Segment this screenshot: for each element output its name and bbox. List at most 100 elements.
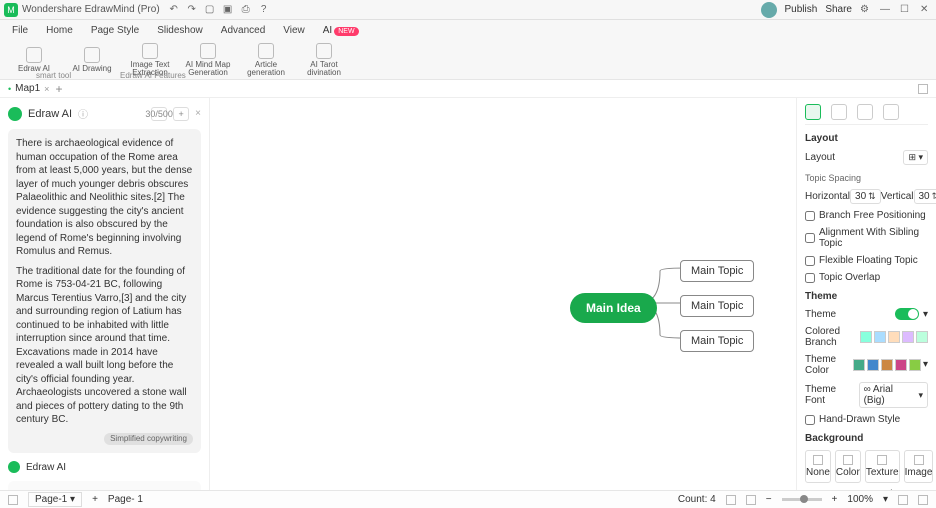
theme-color-swatches[interactable]: ▾ xyxy=(853,359,928,371)
view-grid-icon[interactable] xyxy=(726,495,736,505)
bg-texture[interactable]: Texture xyxy=(865,450,900,483)
page-list-icon[interactable] xyxy=(8,495,18,505)
page-select[interactable]: Page-1 ▾ xyxy=(28,492,82,507)
status-bar: Page-1 ▾ + Page- 1 Count: 4 − + 100% ▾ xyxy=(0,490,936,508)
view-outline-icon[interactable] xyxy=(746,495,756,505)
page-label: Page- 1 xyxy=(108,494,143,505)
zoom-dropdown-icon[interactable]: ▾ xyxy=(883,494,888,505)
app-logo-icon: M xyxy=(4,3,18,17)
chk-align-sibling[interactable]: Alignment With Sibling Topic xyxy=(805,227,928,249)
ai-credits[interactable]: 30/500 xyxy=(151,107,167,121)
menu-slideshow[interactable]: Slideshow xyxy=(157,23,203,38)
theme-section-title: Theme xyxy=(805,291,928,302)
save-icon[interactable]: ▢ xyxy=(204,4,216,16)
topic-count: Count: 4 xyxy=(678,494,716,505)
ai-side-panel: Edraw AI ⓘ 30/500 + × There is archaeolo… xyxy=(0,98,210,490)
edraw-ai-icon xyxy=(26,47,42,63)
spacing-title: Topic Spacing xyxy=(805,173,928,183)
export-icon[interactable]: ▣ xyxy=(222,4,234,16)
colored-branch-swatches[interactable] xyxy=(860,331,928,343)
help-icon[interactable]: ? xyxy=(258,4,270,16)
ribbon-mindmap-gen[interactable]: AI Mind Map Generation xyxy=(182,41,234,79)
print-icon[interactable]: ⎙ xyxy=(240,4,252,16)
node-sub-3[interactable]: Main Topic xyxy=(680,330,754,352)
ribbon-group-edraw-ai: Edraw AI Features xyxy=(120,71,186,80)
layout-select[interactable]: ⊞ ▾ xyxy=(903,150,928,165)
minimize-icon[interactable]: — xyxy=(880,4,892,16)
panel-tab-theme-icon[interactable] xyxy=(857,104,873,120)
chevron-down-icon[interactable]: ▾ xyxy=(923,309,928,320)
menu-ai[interactable]: AINEW xyxy=(323,23,359,38)
menu-home[interactable]: Home xyxy=(46,23,73,38)
panel-toggle-icon[interactable] xyxy=(918,84,928,94)
bg-section-title: Background xyxy=(805,433,928,444)
bg-image-icon xyxy=(914,455,924,465)
add-page-button[interactable]: + xyxy=(92,494,98,505)
theme-font-select[interactable]: ∞ Arial (Big) ▾ xyxy=(859,382,928,408)
menu-page-style[interactable]: Page Style xyxy=(91,23,139,38)
chk-branch-free[interactable]: Branch Free Positioning xyxy=(805,210,928,221)
node-main-idea[interactable]: Main Idea xyxy=(570,293,657,323)
image-text-icon xyxy=(142,43,158,59)
node-sub-1[interactable]: Main Topic xyxy=(680,260,754,282)
tab-close-icon[interactable]: × xyxy=(44,84,49,94)
layout-section-title: Layout xyxy=(805,133,928,144)
fit-icon[interactable] xyxy=(898,495,908,505)
close-icon[interactable]: ✕ xyxy=(920,4,932,16)
ai-panel-close-icon[interactable]: × xyxy=(195,108,201,119)
horiz-spinner[interactable]: 30 ⇅ xyxy=(850,189,881,204)
vert-spinner[interactable]: 30 ⇅ xyxy=(914,189,936,204)
ribbon-article-gen[interactable]: Article generation xyxy=(240,41,292,79)
fullscreen-icon[interactable] xyxy=(918,495,928,505)
format-panel: Layout Layout⊞ ▾ Topic Spacing Horizonta… xyxy=(796,98,936,490)
undo-icon[interactable]: ↶ xyxy=(168,4,180,16)
bg-image[interactable]: Image xyxy=(904,450,934,483)
settings-icon[interactable]: ⚙ xyxy=(860,4,872,16)
zoom-level: 100% xyxy=(847,494,873,505)
mindmap-canvas[interactable]: Main Idea Main Topic Main Topic Main Top… xyxy=(210,98,796,490)
ribbon-tarot[interactable]: AI Tarot divination xyxy=(298,41,350,79)
ribbon-ai-drawing[interactable]: AI Drawing xyxy=(66,45,118,75)
zoom-out-button[interactable]: − xyxy=(766,494,772,505)
zoom-slider[interactable] xyxy=(782,498,822,501)
ai-info-icon[interactable]: ⓘ xyxy=(78,106,88,121)
theme-toggle[interactable] xyxy=(895,308,919,320)
tarot-icon xyxy=(316,43,332,59)
document-tabs: • Map1 × + xyxy=(0,80,936,98)
panel-tab-layout-icon[interactable] xyxy=(805,104,821,120)
redo-icon[interactable]: ↷ xyxy=(186,4,198,16)
ai-avatar-icon xyxy=(8,461,20,473)
ai-panel-title: Edraw AI xyxy=(28,108,72,120)
bg-color[interactable]: Color xyxy=(835,450,861,483)
ribbon-edraw-ai[interactable]: Edraw AI xyxy=(8,45,60,75)
ai-reply-bubble: People have lived in the Rome area for t… xyxy=(8,481,201,490)
bg-color-icon xyxy=(843,455,853,465)
bg-none-icon xyxy=(813,455,823,465)
node-sub-2[interactable]: Main Topic xyxy=(680,295,754,317)
window-title: Wondershare EdrawMind (Pro) xyxy=(22,4,160,15)
ai-reply-header: Edraw AI xyxy=(8,461,201,473)
share-button[interactable]: Share xyxy=(825,4,852,15)
chk-flex-float[interactable]: Flexible Floating Topic xyxy=(805,255,928,266)
bg-none[interactable]: None xyxy=(805,450,831,483)
user-message-bubble: There is archaeological evidence of huma… xyxy=(8,129,201,453)
ai-panel-icon xyxy=(8,107,22,121)
ribbon: Edraw AI AI Drawing Image Text Extractio… xyxy=(0,40,936,80)
menu-view[interactable]: View xyxy=(283,23,305,38)
user-avatar[interactable] xyxy=(761,2,777,18)
ai-new-chat-button[interactable]: + xyxy=(173,107,189,121)
maximize-icon[interactable]: ☐ xyxy=(900,4,912,16)
add-tab-button[interactable]: + xyxy=(55,82,62,96)
zoom-in-button[interactable]: + xyxy=(832,494,838,505)
chk-topic-overlap[interactable]: Topic Overlap xyxy=(805,272,928,283)
publish-button[interactable]: Publish xyxy=(785,4,818,15)
panel-tab-more-icon[interactable] xyxy=(883,104,899,120)
mindmap-gen-icon xyxy=(200,43,216,59)
chk-hand-drawn[interactable]: Hand-Drawn Style xyxy=(805,414,928,425)
tab-map1[interactable]: • Map1 × xyxy=(8,83,49,94)
menu-file[interactable]: File xyxy=(12,23,28,38)
bg-texture-icon xyxy=(877,455,887,465)
chk-watermark[interactable]: Insert Watermark xyxy=(805,489,928,490)
panel-tab-style-icon[interactable] xyxy=(831,104,847,120)
menu-advanced[interactable]: Advanced xyxy=(221,23,265,38)
